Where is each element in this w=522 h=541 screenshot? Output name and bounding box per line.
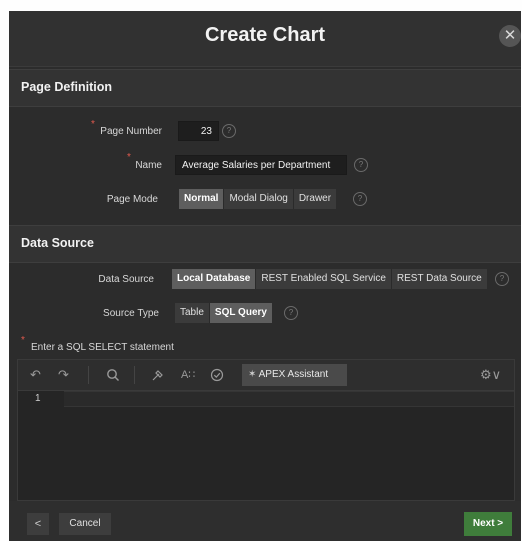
apex-assistant-label: APEX Assistant: [258, 369, 329, 380]
validate-check-icon[interactable]: [210, 366, 224, 387]
data-source-local-database[interactable]: Local Database: [172, 269, 257, 289]
editor-active-line[interactable]: [64, 391, 514, 407]
cancel-button[interactable]: Cancel: [59, 513, 111, 535]
dialog-title: Create Chart: [204, 24, 326, 46]
line-number: 1: [35, 393, 41, 404]
sql-code-editor[interactable]: ↶ ↷ A∷ ✶ APEX Assistant ⚙∨ 1: [17, 359, 515, 501]
text-case-icon[interactable]: A∷: [181, 366, 195, 384]
source-type-table[interactable]: Table: [175, 303, 210, 323]
page-definition-heading: Page Definition: [21, 80, 112, 94]
page-mode-drawer[interactable]: Drawer: [293, 189, 337, 209]
source-type-sql-query[interactable]: SQL Query: [209, 303, 272, 323]
help-icon[interactable]: ?: [354, 158, 368, 172]
help-icon[interactable]: ?: [284, 306, 298, 320]
page-mode-label: Page Mode: [106, 194, 158, 205]
data-source-rest-data-source[interactable]: REST Data Source: [391, 269, 487, 289]
next-button[interactable]: Next >: [464, 512, 512, 536]
page-mode-modal-dialog[interactable]: Modal Dialog: [224, 189, 294, 209]
required-marker: *: [21, 335, 25, 346]
previous-button[interactable]: <: [27, 513, 49, 535]
data-source-rest-enabled-sql[interactable]: REST Enabled SQL Service: [256, 269, 392, 289]
page-definition-header: Page Definition: [9, 69, 521, 107]
line-number-gutter: 1: [18, 391, 64, 500]
search-icon[interactable]: [106, 366, 120, 387]
magic-wand-icon: ✶: [248, 369, 257, 380]
help-icon[interactable]: ?: [495, 272, 509, 286]
name-label: Name: [135, 160, 162, 171]
sql-statement-label: Enter a SQL SELECT statement: [31, 342, 174, 353]
data-source-heading: Data Source: [21, 236, 94, 250]
toolbar-divider: [88, 366, 89, 384]
toolbar-divider: [134, 366, 135, 384]
source-type-label: Source Type: [103, 308, 159, 319]
close-icon[interactable]: ✕: [499, 25, 521, 47]
source-type-selector: Table SQL Query: [175, 303, 272, 323]
editor-toolbar: ↶ ↷ A∷ ✶ APEX Assistant ⚙∨: [18, 360, 514, 391]
dialog-titlebar: Create Chart ✕: [9, 11, 521, 67]
help-icon[interactable]: ?: [353, 192, 367, 206]
name-input[interactable]: Average Salaries per Department: [175, 155, 347, 175]
format-code-icon[interactable]: [151, 366, 165, 387]
apex-assistant-button[interactable]: ✶ APEX Assistant: [242, 364, 347, 386]
page-mode-selector: Normal Modal Dialog Drawer: [179, 189, 337, 209]
create-chart-dialog: Create Chart ✕ Page Definition * Page Nu…: [9, 11, 521, 541]
data-source-header: Data Source: [9, 225, 521, 263]
redo-icon[interactable]: ↷: [58, 366, 69, 384]
page-mode-normal[interactable]: Normal: [179, 189, 225, 209]
page-number-input[interactable]: 23: [178, 121, 219, 141]
dialog-footer: < Cancel Next >: [9, 501, 521, 541]
page-number-label: Page Number: [100, 126, 162, 137]
settings-gear-icon[interactable]: ⚙∨: [480, 366, 501, 384]
undo-icon[interactable]: ↶: [30, 366, 41, 384]
data-source-selector: Local Database REST Enabled SQL Service …: [172, 269, 487, 289]
data-source-label: Data Source: [98, 274, 154, 285]
help-icon[interactable]: ?: [222, 124, 236, 138]
